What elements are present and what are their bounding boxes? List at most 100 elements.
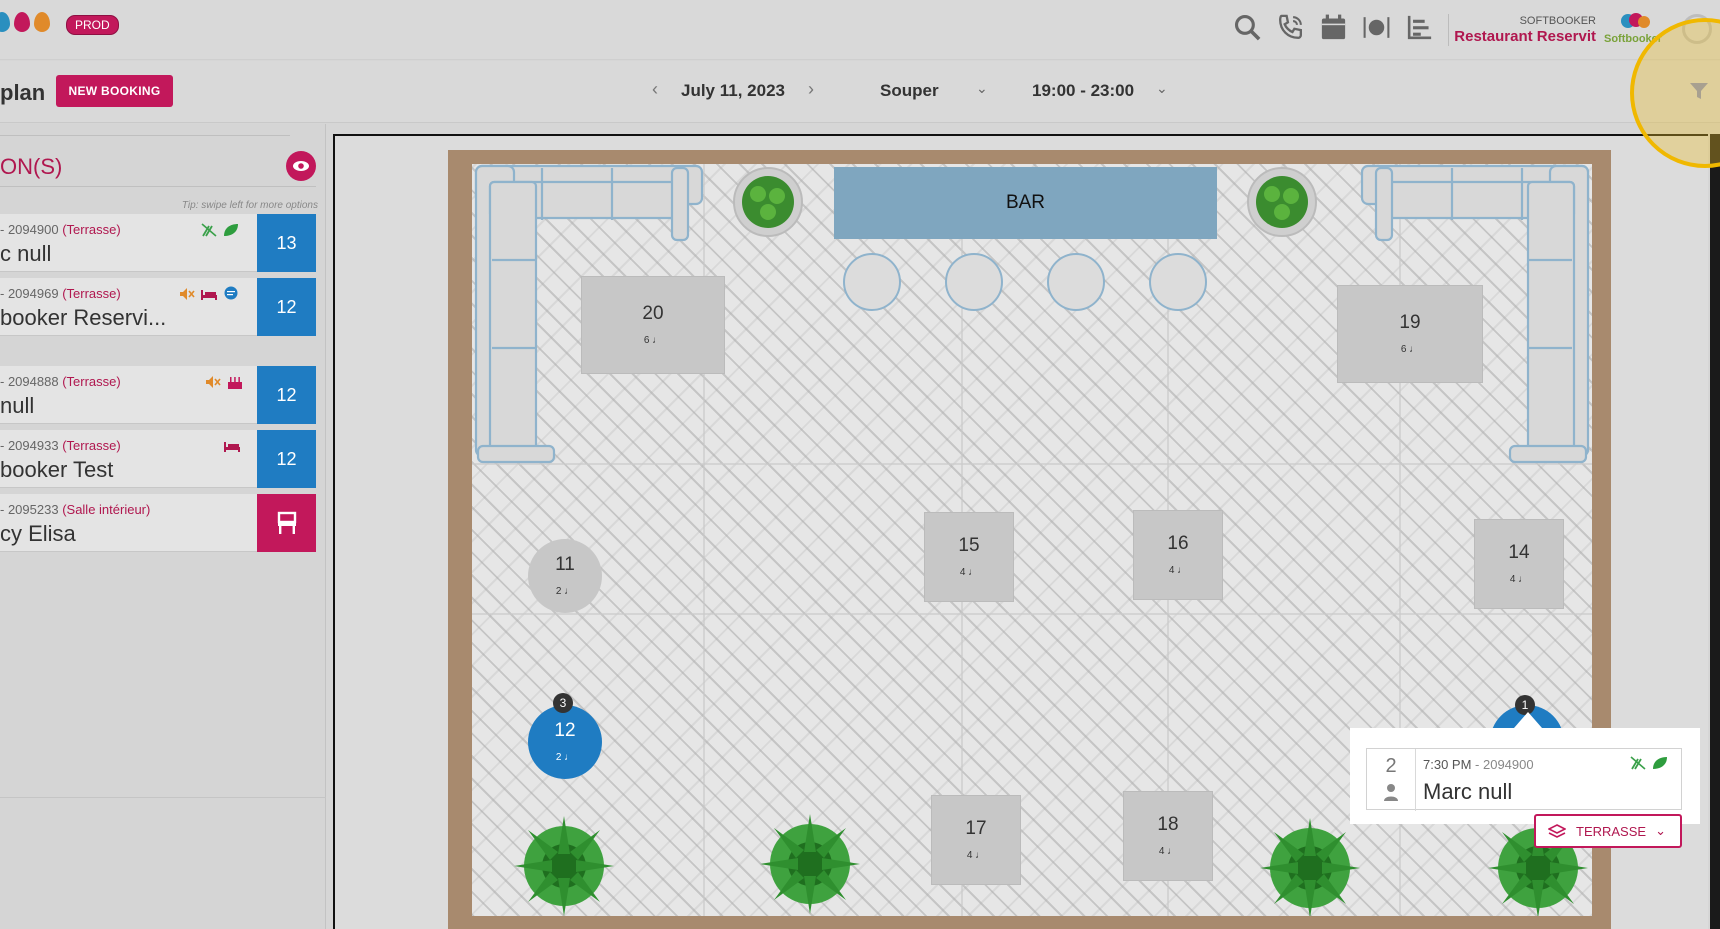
reservation-icons <box>221 438 243 454</box>
search-strip[interactable] <box>0 128 290 136</box>
table-number: 11 <box>555 554 575 575</box>
reservation-icons <box>200 222 240 238</box>
bed-icon <box>201 290 217 300</box>
service-chevron-down-icon[interactable]: ⌄ <box>976 80 988 97</box>
top-bar: PROD SOFTBOOKER Restaurant Reservit Soft… <box>0 0 1720 60</box>
table-seats: 6 ♩ <box>643 335 663 346</box>
bed-icon <box>224 442 240 452</box>
section-title: ON(S) <box>0 154 63 179</box>
stats-icon[interactable] <box>1404 12 1435 43</box>
bar-counter: BAR <box>834 167 1217 239</box>
reservation-name: booker Test <box>0 457 114 482</box>
table-12-count-badge: 3 <box>553 693 573 713</box>
table-11[interactable]: 11 2 ♩ <box>528 539 602 613</box>
table-14[interactable]: 14 4 ♩ <box>1474 519 1564 609</box>
search-icon[interactable] <box>1232 12 1263 43</box>
table-12[interactable]: 12 2 ♩ <box>528 705 602 779</box>
person-icon <box>1384 784 1398 801</box>
reservation-card[interactable]: - 2095233 (Salle intérieur) cy Elisa <box>0 494 316 552</box>
calendar-icon[interactable] <box>1318 12 1349 43</box>
table-number: 14 <box>1508 542 1530 563</box>
zone-label: TERRASSE <box>1576 823 1647 839</box>
popup-divider <box>1415 749 1416 811</box>
table-badge[interactable]: 12 <box>257 430 316 488</box>
table-seats: 6 ♩ <box>1400 344 1420 355</box>
reservation-meta: - 2095233 (Salle intérieur) <box>0 502 151 517</box>
reservation-name: null <box>0 393 35 418</box>
filter-icon[interactable] <box>1688 80 1710 102</box>
eye-icon <box>293 161 309 171</box>
table-badge[interactable]: 13 <box>257 214 316 272</box>
chair-icon <box>277 511 296 534</box>
table-number: 20 <box>642 303 664 324</box>
cake-icon <box>228 377 242 389</box>
phone-icon[interactable] <box>1275 12 1306 43</box>
eye-toggle-button[interactable] <box>286 151 316 181</box>
section-divider <box>0 186 316 187</box>
table-seats: 4 ♩ <box>1168 565 1188 576</box>
scrollbar[interactable] <box>1710 134 1720 929</box>
reservation-meta: - 2094969 (Terrasse) <box>0 286 121 301</box>
company-label: SOFTBOOKER <box>1519 15 1596 27</box>
reservation-name: cy Elisa <box>0 521 76 546</box>
date-selector[interactable]: July 11, 2023 <box>681 81 785 101</box>
table-18[interactable]: 18 4 ♩ <box>1123 791 1213 881</box>
table-number: 18 <box>1157 814 1179 835</box>
table-seats: 4 ♩ <box>1158 846 1178 857</box>
no-gluten-icon <box>201 223 217 237</box>
app-logo[interactable] <box>0 12 50 32</box>
assign-table-button[interactable] <box>257 494 316 552</box>
reservation-popup[interactable]: 2 7:30 PM - 2094900 Marc null <box>1350 728 1700 824</box>
mute-icon <box>180 288 195 300</box>
table-number: 19 <box>1399 312 1421 333</box>
new-booking-button[interactable]: NEW BOOKING <box>56 75 173 107</box>
table-19[interactable]: 19 6 ♩ <box>1337 285 1483 383</box>
no-gluten-icon <box>1630 756 1646 770</box>
leaf-icon <box>1653 757 1667 769</box>
page-title: plan <box>0 80 46 105</box>
popup-icons <box>1629 755 1669 771</box>
dining-icon[interactable] <box>1361 12 1392 43</box>
mute-icon <box>206 376 221 388</box>
header-icons <box>1232 12 1435 43</box>
table-number: 12 <box>554 720 576 741</box>
table-badge[interactable]: 12 <box>257 278 316 336</box>
reservation-card[interactable]: - 2094933 (Terrasse) booker Test 12 <box>0 430 316 488</box>
table-number: 17 <box>965 818 987 839</box>
table-17[interactable]: 17 4 ♩ <box>931 795 1021 885</box>
popup-guest-count: 2 <box>1385 755 1397 777</box>
reservation-card[interactable]: - 2094900 (Terrasse) c null 13 <box>0 214 316 272</box>
reservation-meta: - 2094888 (Terrasse) <box>0 374 121 389</box>
zone-selector[interactable]: TERRASSE ⌄ <box>1534 814 1682 848</box>
plan-toolbar <box>0 61 1720 123</box>
time-chevron-down-icon[interactable]: ⌄ <box>1156 80 1168 97</box>
env-badge: PROD <box>66 15 119 35</box>
time-range-selector[interactable]: 19:00 - 23:00 <box>1032 81 1134 101</box>
chat-icon <box>224 286 238 300</box>
reservation-icons <box>178 286 240 302</box>
reservation-meta: - 2094900 (Terrasse) <box>0 222 121 237</box>
reservation-card[interactable]: - 2094969 (Terrasse) booker Reservi... 1… <box>0 278 316 336</box>
reservation-name: booker Reservi... <box>0 305 167 330</box>
reservation-meta: - 2094933 (Terrasse) <box>0 438 121 453</box>
service-selector[interactable]: Souper <box>880 81 939 101</box>
next-date-icon[interactable]: › <box>808 79 814 100</box>
popup-guest-name: Marc null <box>1423 779 1513 804</box>
table-15[interactable]: 15 4 ♩ <box>924 512 1014 602</box>
popup-arrow <box>1514 712 1542 728</box>
pin-pink-icon <box>14 12 30 32</box>
table-20[interactable]: 20 6 ♩ <box>581 276 725 374</box>
table-seats: 4 ♩ <box>959 567 979 578</box>
table-number: 16 <box>1167 533 1189 554</box>
layers-icon <box>1548 824 1566 838</box>
reservation-card[interactable]: - 2094888 (Terrasse) null 12 <box>0 366 316 424</box>
reservations-panel: ON(S) Tip: swipe left for more options -… <box>0 124 326 929</box>
table-seats: 4 ♩ <box>966 850 986 861</box>
table-badge[interactable]: 12 <box>257 366 316 424</box>
leaf-icon <box>224 224 238 236</box>
table-16[interactable]: 16 4 ♩ <box>1133 510 1223 600</box>
restaurant-name[interactable]: Restaurant Reservit <box>1440 28 1596 45</box>
popup-reservation-card[interactable]: 2 7:30 PM - 2094900 Marc null <box>1366 748 1682 811</box>
panel-divider <box>0 797 326 798</box>
prev-date-icon[interactable]: ‹ <box>652 79 658 100</box>
